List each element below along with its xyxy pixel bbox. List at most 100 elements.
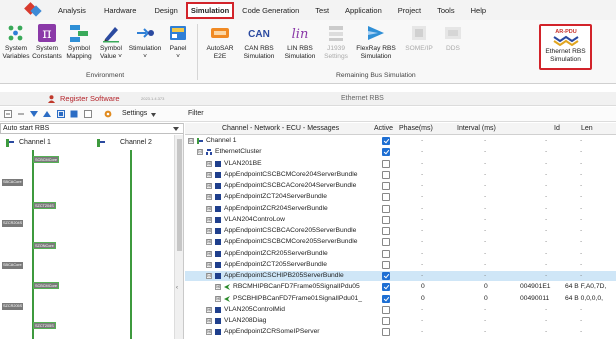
- table-row[interactable]: ⊞ AppEndpointCSCBCMCore205ServerBundle - - -…: [185, 237, 616, 247]
- filter-label[interactable]: Filter: [188, 110, 204, 117]
- table-row[interactable]: ⊞ AppEndpointZCT204ServerBundle - - - -: [185, 192, 616, 202]
- expand-node-icon[interactable]: ⊞: [206, 183, 212, 189]
- ecu-node[interactable]: SZONCore: [33, 242, 56, 249]
- menu-project[interactable]: Project: [396, 6, 423, 15]
- expand-node-icon[interactable]: ⊞: [206, 261, 212, 268]
- active-checkbox[interactable]: [382, 294, 390, 303]
- ecu-node[interactable]: SBCACore: [2, 179, 23, 186]
- system-variables-button[interactable]: System Variables: [2, 23, 30, 70]
- menu-help[interactable]: Help: [469, 6, 488, 15]
- register-software-link[interactable]: Register Software: [60, 94, 120, 103]
- lin-rbs-simulation-button[interactable]: lin LIN RBS Simulation: [280, 23, 320, 70]
- table-row[interactable]: ⊟ EthernetCluster - - - -: [185, 147, 616, 157]
- active-checkbox[interactable]: [382, 283, 390, 292]
- ecu-node[interactable]: SZCR205S: [2, 303, 24, 310]
- active-checkbox[interactable]: [382, 238, 390, 247]
- active-checkbox[interactable]: [382, 204, 390, 213]
- table-row[interactable]: ⊞ AppEndpointCSCBCMCore204ServerBundle - - -…: [185, 170, 616, 180]
- table-row[interactable]: ⊞ AppEndpointZCR204ServerBundle - - - -: [185, 204, 616, 214]
- settings-button[interactable]: Settings: [122, 110, 147, 117]
- collapse-node-icon[interactable]: ⊟: [188, 138, 194, 144]
- active-checkbox[interactable]: [382, 159, 390, 168]
- ecu-node[interactable]: SZCT205S: [33, 322, 56, 329]
- collapse-icon[interactable]: [4, 110, 12, 118]
- expand-node-icon[interactable]: ⊞: [215, 284, 221, 291]
- autosar-e2e-button[interactable]: AutoSAR E2E: [203, 23, 237, 70]
- expand-node-icon[interactable]: ⊞: [206, 306, 212, 313]
- down-arrow-icon[interactable]: [30, 110, 38, 118]
- dds-button[interactable]: DDS: [439, 23, 467, 70]
- system-constants-button[interactable]: π System Constants: [32, 23, 62, 70]
- table-row[interactable]: ⊞ AppEndpointCSCBCACore204ServerBundle - - -…: [185, 181, 616, 191]
- collapse-node-icon[interactable]: ⊟: [197, 149, 203, 156]
- expand-node-icon[interactable]: ⊞: [206, 329, 212, 336]
- active-checkbox[interactable]: [382, 137, 390, 145]
- symbol-value-button[interactable]: Symbol Value ˅: [96, 23, 126, 70]
- table-row[interactable]: ⊞ PSCBHIPBCanFD7Frame01SignalIPdu01_ 0 0 004…: [185, 294, 616, 304]
- expand-node-icon[interactable]: ⊞: [206, 171, 212, 178]
- ecu-node[interactable]: SCBCMCore: [33, 156, 59, 163]
- active-checkbox[interactable]: [382, 328, 390, 337]
- active-checkbox[interactable]: [382, 193, 390, 202]
- table-row[interactable]: ⊞ AppEndpointZCT205ServerBundle - - - -: [185, 260, 616, 270]
- table-row[interactable]: ⊟ AppEndpointCSCHIPB205ServerBundle - - - -: [185, 271, 616, 281]
- table-row[interactable]: ⊞ RBCMHIPBCanFD7Frame05SignalIPdu05 0 0 0049…: [185, 282, 616, 292]
- autostart-rbs-dropdown[interactable]: Auto start RBS: [0, 123, 183, 134]
- menu-design[interactable]: Design: [152, 6, 179, 15]
- menu-application[interactable]: Application: [343, 6, 384, 15]
- active-checkbox[interactable]: [382, 148, 390, 157]
- menu-simulation[interactable]: Simulation: [185, 1, 235, 19]
- table-row[interactable]: ⊞ VLAN201BE - - - -: [185, 159, 616, 169]
- active-checkbox[interactable]: [382, 215, 390, 224]
- stimulation-button[interactable]: Stimulation ˅: [128, 23, 162, 70]
- can-rbs-simulation-button[interactable]: CAN CAN RBS Simulation: [239, 23, 279, 70]
- active-checkbox[interactable]: [382, 182, 390, 190]
- column-header-interval[interactable]: Interval (ms): [457, 125, 496, 132]
- ecu-node[interactable]: SZCR204S: [2, 220, 24, 227]
- ecu-node[interactable]: SCBCMCore: [33, 282, 59, 289]
- expand-node-icon[interactable]: ⊞: [206, 194, 212, 201]
- menu-test[interactable]: Test: [313, 6, 331, 15]
- expand-node-icon[interactable]: ⊞: [215, 295, 221, 302]
- menu-code-generation[interactable]: Code Generation: [240, 6, 301, 15]
- column-header-len[interactable]: Len: [581, 125, 593, 132]
- column-header-phase[interactable]: Phase(ms): [399, 125, 433, 132]
- menu-analysis[interactable]: Analysis: [56, 6, 88, 15]
- menu-hardware[interactable]: Hardware: [102, 6, 139, 15]
- active-checkbox[interactable]: [382, 249, 390, 258]
- active-checkbox[interactable]: [382, 272, 390, 280]
- column-header-id[interactable]: Id: [554, 125, 560, 132]
- ecu-node[interactable]: SZCT204S: [33, 202, 56, 209]
- j1939-settings-button[interactable]: J1939 Settings: [321, 23, 351, 70]
- collapse-node-icon[interactable]: ⊟: [206, 273, 212, 279]
- grid-icon[interactable]: [57, 110, 65, 118]
- collapse-arrow-icon[interactable]: ‹: [176, 285, 178, 291]
- expand-node-icon[interactable]: ⊞: [206, 318, 212, 324]
- active-checkbox[interactable]: [382, 260, 390, 269]
- table-row[interactable]: ⊞ VLAN204ControLow - - - -: [185, 215, 616, 225]
- deselect-icon[interactable]: [84, 110, 92, 118]
- up-arrow-icon[interactable]: [43, 110, 51, 118]
- expand-node-icon[interactable]: ⊞: [206, 205, 212, 212]
- flexray-rbs-simulation-button[interactable]: FlexRay RBS Simulation: [353, 23, 399, 70]
- table-row[interactable]: ⊞ VLAN205ControlMid - - - -: [185, 305, 616, 315]
- some-ip-button[interactable]: SOME/IP: [401, 23, 437, 70]
- left-panel-scrollbar[interactable]: ‹: [174, 135, 183, 339]
- active-checkbox[interactable]: [382, 305, 390, 314]
- ethernet-rbs-simulation-button[interactable]: AR-PDU Ethernet RBS Simulation: [539, 24, 592, 70]
- ecu-node[interactable]: SBCACore: [2, 262, 23, 269]
- table-row[interactable]: ⊞ AppEndpointZCRSomeIPServer - - - -: [185, 327, 616, 337]
- settings-dropdown-icon[interactable]: [151, 113, 156, 117]
- column-header-name[interactable]: Channel - Network - ECU - Messages: [222, 125, 339, 132]
- expand-node-icon[interactable]: ⊞: [206, 216, 212, 223]
- expand-node-icon[interactable]: ⊞: [206, 239, 212, 246]
- app-logo-icon[interactable]: [24, 2, 42, 17]
- active-checkbox[interactable]: [382, 227, 390, 235]
- active-checkbox[interactable]: [382, 317, 390, 325]
- table-row[interactable]: ⊟ Channel 1 - - - -: [185, 136, 616, 146]
- minus-icon[interactable]: [17, 110, 25, 118]
- column-header-active[interactable]: Active: [374, 125, 393, 132]
- expand-node-icon[interactable]: ⊞: [206, 228, 212, 234]
- select-all-icon[interactable]: [70, 110, 78, 118]
- gear-icon[interactable]: [104, 110, 112, 118]
